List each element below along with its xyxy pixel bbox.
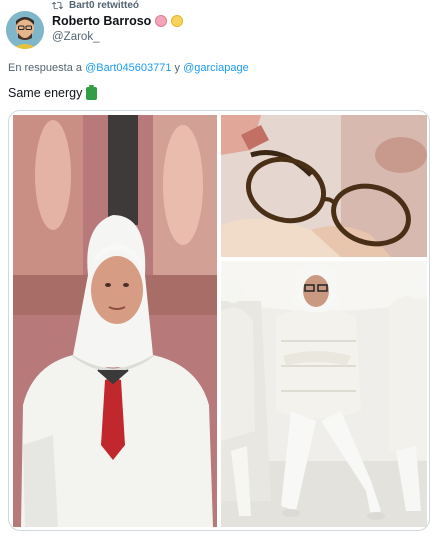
reply-context: En respuesta a @Bart045603771 y @garciap… xyxy=(8,62,249,74)
retweet-indicator[interactable]: Bart0 retwitteó xyxy=(52,0,140,11)
author-name[interactable]: Roberto Barroso xyxy=(52,14,151,28)
reply-mention-1[interactable]: @Bart045603771 xyxy=(85,62,171,74)
avatar[interactable] xyxy=(6,11,44,49)
tweet-media-grid[interactable] xyxy=(8,110,430,531)
eyeglasses-cleaning-photo[interactable] xyxy=(221,115,427,257)
sun-emoji-icon xyxy=(171,15,184,27)
reply-connector: y xyxy=(174,62,181,74)
reply-prefix: En respuesta a xyxy=(8,62,82,74)
man-in-white-protective-suit-photo[interactable] xyxy=(13,115,217,527)
retweet-icon xyxy=(52,1,63,9)
battery-icon xyxy=(86,84,98,100)
retweet-label: Bart0 retwitteó xyxy=(69,0,140,11)
tweet-text: Same energy xyxy=(8,86,83,100)
reply-mention-2[interactable]: @garciapage xyxy=(183,62,249,74)
author-handle[interactable]: @Zarok_ xyxy=(52,31,183,43)
people-in-white-padded-suits-photo[interactable] xyxy=(221,261,427,527)
tweet-author[interactable]: Roberto Barroso @Zarok_ xyxy=(52,14,184,43)
tweet-body: Same energy xyxy=(8,84,98,100)
brain-emoji-icon xyxy=(155,15,168,27)
